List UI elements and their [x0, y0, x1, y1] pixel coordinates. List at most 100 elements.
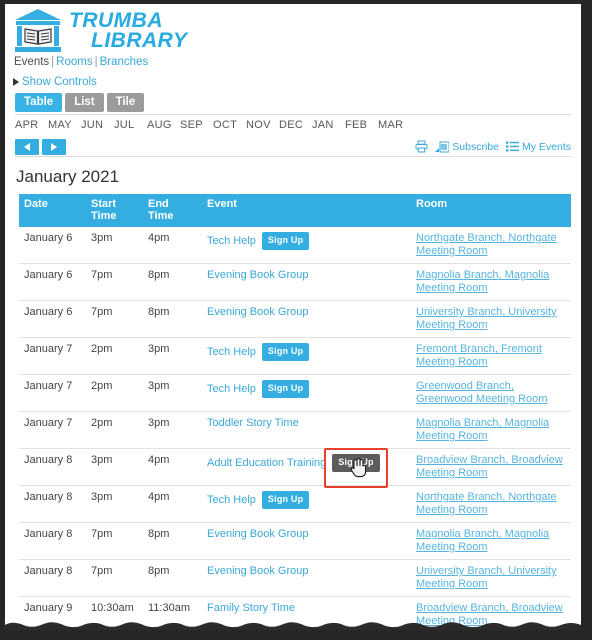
- cell-room: Magnolia Branch, Magnolia Meeting Room: [411, 263, 571, 301]
- nav-item-branches[interactable]: Branches: [100, 56, 149, 68]
- cell-date: January 6: [19, 300, 86, 338]
- tab-tile[interactable]: Tile: [106, 93, 145, 112]
- month-dec[interactable]: DEC: [279, 119, 312, 131]
- site-logo[interactable]: TRUMBA LIBRARY: [13, 7, 187, 55]
- events-table-body: January 6 3pm 4pm Tech Help Sign Up Northgate…: [19, 227, 571, 630]
- cell-date: January 7: [19, 374, 86, 412]
- cell-end-time: 3pm: [143, 411, 202, 449]
- month-jun[interactable]: JUN: [81, 119, 114, 131]
- event-link[interactable]: Evening Book Group: [207, 528, 309, 540]
- cell-date: January 6: [19, 227, 86, 264]
- sign-up-button[interactable]: Sign Up: [261, 491, 310, 509]
- sign-up-button[interactable]: Sign Up: [261, 232, 310, 250]
- cell-date: January 8: [19, 559, 86, 597]
- cell-room: Magnolia Branch, Magnolia Meeting Room: [411, 522, 571, 560]
- brand-text: TRUMBA LIBRARY: [69, 9, 187, 51]
- event-link[interactable]: Adult Education Training: [207, 457, 326, 469]
- cell-event: Tech Help Sign Up: [202, 485, 411, 523]
- table-row: January 7 2pm 3pm Tech Help Sign Up Greenwood…: [19, 374, 571, 412]
- cell-end-time: 4pm: [143, 227, 202, 264]
- cell-room: Broadview Branch, Broadview Meeting Room: [411, 448, 571, 486]
- tab-table[interactable]: Table: [15, 93, 63, 112]
- cell-room: Fremont Branch, Fremont Meeting Room: [411, 337, 571, 375]
- cell-event: Evening Book Group: [202, 522, 411, 560]
- start-time-line1: Start: [91, 198, 117, 210]
- month-oct[interactable]: OCT: [213, 119, 246, 131]
- cell-event: Evening Book Group: [202, 559, 411, 597]
- page-title: January 2021: [16, 167, 120, 186]
- cell-date: January 7: [19, 411, 86, 449]
- subscribe-label: Subscribe: [452, 140, 499, 153]
- end-time-line1: End: [148, 198, 169, 210]
- column-header-start-time[interactable]: Start Time: [86, 194, 143, 227]
- event-link[interactable]: Evening Book Group: [207, 565, 309, 577]
- column-header-room[interactable]: Room: [411, 194, 571, 227]
- cell-start-time: 7pm: [86, 522, 143, 560]
- event-link[interactable]: Family Story Time: [207, 602, 295, 614]
- nav-separator-1: |: [51, 56, 55, 68]
- month-selector: APR MAY JUN JUL AUG SEP OCT NOV DEC JAN …: [15, 119, 571, 131]
- event-link[interactable]: Evening Book Group: [207, 306, 309, 318]
- month-aug[interactable]: AUG: [147, 119, 180, 131]
- toolbar-divider: [15, 156, 571, 157]
- event-link[interactable]: Tech Help: [207, 383, 256, 395]
- sign-up-button[interactable]: Sign Up: [261, 343, 310, 361]
- month-jul[interactable]: JUL: [114, 119, 147, 131]
- cell-end-time: 8pm: [143, 522, 202, 560]
- tab-list[interactable]: List: [65, 93, 104, 112]
- room-link[interactable]: University Branch, University Meeting Ro…: [416, 565, 557, 590]
- event-link[interactable]: Toddler Story Time: [207, 417, 299, 429]
- breadcrumb-nav: Events | Rooms | Branches: [14, 56, 148, 68]
- room-link[interactable]: Northgate Branch, Northgate Meeting Room: [416, 232, 557, 257]
- room-link[interactable]: University Branch, University Meeting Ro…: [416, 306, 557, 331]
- column-header-date[interactable]: Date: [19, 194, 86, 227]
- event-link[interactable]: Tech Help: [207, 346, 256, 358]
- show-controls-toggle[interactable]: Show Controls: [13, 76, 97, 88]
- month-mar[interactable]: MAR: [378, 119, 411, 131]
- event-link[interactable]: Tech Help: [207, 235, 256, 247]
- triangle-right-icon: [13, 78, 19, 86]
- month-apr[interactable]: APR: [15, 119, 48, 131]
- subscribe-button[interactable]: Subscribe: [435, 141, 499, 153]
- column-header-end-time[interactable]: End Time: [143, 194, 202, 227]
- previous-button[interactable]: [15, 139, 39, 155]
- room-link[interactable]: Fremont Branch, Fremont Meeting Room: [416, 343, 542, 368]
- window-frame: TRUMBA LIBRARY Events | Rooms | Branches Sho…: [0, 0, 592, 640]
- cell-start-time: 7pm: [86, 263, 143, 301]
- month-nov[interactable]: NOV: [246, 119, 279, 131]
- room-link[interactable]: Broadview Branch, Broadview Meeting Room: [416, 454, 563, 479]
- cell-event: Tech Help Sign Up: [202, 227, 411, 264]
- month-may[interactable]: MAY: [48, 119, 81, 131]
- cell-event: Tech Help Sign Up: [202, 374, 411, 412]
- sign-up-button[interactable]: Sign Up: [261, 380, 310, 398]
- subscribe-icon: [435, 141, 450, 152]
- print-button[interactable]: [415, 140, 428, 153]
- month-sep[interactable]: SEP: [180, 119, 213, 131]
- room-link[interactable]: Magnolia Branch, Magnolia Meeting Room: [416, 417, 549, 442]
- event-link[interactable]: Evening Book Group: [207, 269, 309, 281]
- month-feb[interactable]: FEB: [345, 119, 378, 131]
- cell-event: Toddler Story Time: [202, 411, 411, 449]
- page-content: TRUMBA LIBRARY Events | Rooms | Branches Sho…: [5, 4, 581, 630]
- table-row: January 7 2pm 3pm Tech Help Sign Up Fremont B…: [19, 337, 571, 375]
- brand-line-1: TRUMBA: [69, 9, 163, 32]
- event-link[interactable]: Tech Help: [207, 494, 256, 506]
- table-row: January 8 7pm 8pm Evening Book Group Magnoli…: [19, 522, 571, 560]
- table-row: January 6 7pm 8pm Evening Book Group Univers…: [19, 300, 571, 338]
- room-link[interactable]: Magnolia Branch, Magnolia Meeting Room: [416, 269, 549, 294]
- nav-item-events[interactable]: Events: [14, 56, 49, 68]
- table-row: January 7 2pm 3pm Toddler Story Time Magnoli…: [19, 411, 571, 449]
- nav-item-rooms[interactable]: Rooms: [56, 56, 92, 68]
- column-header-event[interactable]: Event: [202, 194, 411, 227]
- cell-room: Greenwood Branch, Greenwood Meeting Room: [411, 374, 571, 412]
- tabs-divider: [15, 114, 571, 115]
- month-jan[interactable]: JAN: [312, 119, 345, 131]
- events-table-head: Date Start Time End Time Event Room: [19, 194, 571, 227]
- room-link[interactable]: Magnolia Branch, Magnolia Meeting Room: [416, 528, 549, 553]
- cell-event: Evening Book Group: [202, 263, 411, 301]
- next-button[interactable]: [42, 139, 66, 155]
- my-events-button[interactable]: My Events: [505, 141, 571, 153]
- room-link[interactable]: Northgate Branch, Northgate Meeting Room: [416, 491, 557, 516]
- chevron-left-icon: [24, 143, 30, 151]
- room-link[interactable]: Greenwood Branch, Greenwood Meeting Room: [416, 380, 547, 405]
